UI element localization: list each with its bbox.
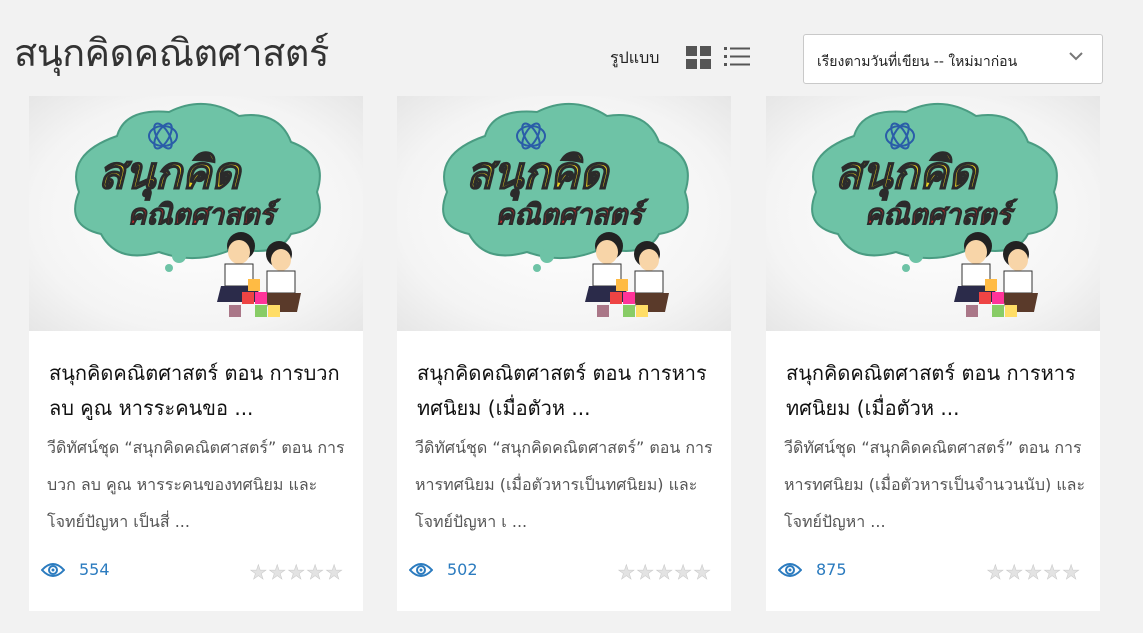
thumbnail-text-bottom: คณิตศาสตร์ xyxy=(128,198,282,231)
chevron-down-icon xyxy=(1069,52,1083,61)
thumbnail-text-bottom: คณิตศาสตร์ xyxy=(496,198,650,231)
grid-cell xyxy=(700,59,711,69)
star-icon[interactable]: ★ xyxy=(617,562,635,583)
card-description: วีดิทัศน์ชุด “สนุกคิดคณิตศาสตร์” ตอน การ… xyxy=(415,438,713,531)
star-icon[interactable]: ★ xyxy=(249,562,267,583)
rating-stars[interactable]: ★ ★ ★ ★ ★ xyxy=(986,562,1080,583)
eye-icon xyxy=(41,562,65,577)
view-count: 554 xyxy=(41,560,110,579)
grid-view-icon[interactable] xyxy=(686,46,712,70)
star-icon[interactable]: ★ xyxy=(1062,562,1080,583)
view-count-value: 502 xyxy=(447,560,478,579)
view-mode-label: รูปแบบ xyxy=(610,48,660,67)
sort-select[interactable]: เรียงตามวันที่เขียน -- ใหม่มาก่อน xyxy=(803,34,1103,84)
star-icon[interactable]: ★ xyxy=(986,562,1004,583)
star-icon[interactable]: ★ xyxy=(655,562,673,583)
card-title[interactable]: สนุกคิดคณิตศาสตร์ ตอน การบวก ลบ คูณ หารร… xyxy=(49,356,349,426)
rating-stars[interactable]: ★ ★ ★ ★ ★ xyxy=(617,562,711,583)
thumbnail-illustration: สนุกคิด คณิตศาสตร์ xyxy=(811,102,1058,317)
card-description: วีดิทัศน์ชุด “สนุกคิดคณิตศาสตร์” ตอน การ… xyxy=(47,438,345,531)
star-icon[interactable]: ★ xyxy=(1005,562,1023,583)
grid-cell xyxy=(686,46,697,56)
card-thumbnail[interactable]: สนุกคิด คณิตศาสตร์ xyxy=(397,96,731,331)
thumbnail-text-top: สนุกคิด xyxy=(466,148,610,201)
card-description: วีดิทัศน์ชุด “สนุกคิดคณิตศาสตร์” ตอน การ… xyxy=(784,438,1086,531)
card-title[interactable]: สนุกคิดคณิตศาสตร์ ตอน การหารทศนิยม (เมื่… xyxy=(786,356,1086,426)
card-title[interactable]: สนุกคิดคณิตศาสตร์ ตอน การหารทศนิยม (เมื่… xyxy=(417,356,717,426)
page-title: สนุกคิดคณิตศาสตร์ xyxy=(14,31,329,75)
thumbnail-text-top: สนุกคิด xyxy=(835,148,979,201)
star-icon[interactable]: ★ xyxy=(1043,562,1061,583)
sort-select-value: เรียงตามวันที่เขียน -- ใหม่มาก่อน xyxy=(817,54,1018,70)
star-icon[interactable]: ★ xyxy=(306,562,324,583)
eye-icon xyxy=(409,562,433,577)
video-card[interactable]: สนุกคิด คณิตศาสตร์ สนุกคิดคณิตศาสตร์ ตอน… xyxy=(766,96,1100,611)
thumbnail-illustration: สนุกคิด คณิตศาสตร์ xyxy=(442,102,689,317)
thumbnail-text-bottom: คณิตศาสตร์ xyxy=(865,198,1019,231)
star-icon[interactable]: ★ xyxy=(268,562,286,583)
thumbnail-illustration: สนุกคิด คณิตศาสตร์ xyxy=(74,102,321,317)
view-count: 502 xyxy=(409,560,478,579)
star-icon[interactable]: ★ xyxy=(693,562,711,583)
eye-icon xyxy=(778,562,802,577)
star-icon[interactable]: ★ xyxy=(636,562,654,583)
grid-cell xyxy=(700,46,711,56)
video-card[interactable]: สนุกคิด คณิตศาสตร์ สนุกคิดคณิตศาสตร์ ตอน… xyxy=(29,96,363,611)
star-icon[interactable]: ★ xyxy=(287,562,305,583)
grid-cell xyxy=(686,59,697,69)
view-count: 875 xyxy=(778,560,847,579)
star-icon[interactable]: ★ xyxy=(325,562,343,583)
card-thumbnail[interactable]: สนุกคิด คณิตศาสตร์ xyxy=(766,96,1100,331)
rating-stars[interactable]: ★ ★ ★ ★ ★ xyxy=(249,562,343,583)
star-icon[interactable]: ★ xyxy=(674,562,692,583)
view-count-value: 554 xyxy=(79,560,110,579)
video-card[interactable]: สนุกคิด คณิตศาสตร์ สนุกคิดคณิตศาสตร์ ตอน… xyxy=(397,96,731,611)
list-view-icon[interactable] xyxy=(724,45,750,69)
thumbnail-text-top: สนุกคิด xyxy=(98,148,242,201)
view-count-value: 875 xyxy=(816,560,847,579)
star-icon[interactable]: ★ xyxy=(1024,562,1042,583)
card-thumbnail[interactable]: สนุกคิด คณิตศาสตร์ xyxy=(29,96,363,331)
